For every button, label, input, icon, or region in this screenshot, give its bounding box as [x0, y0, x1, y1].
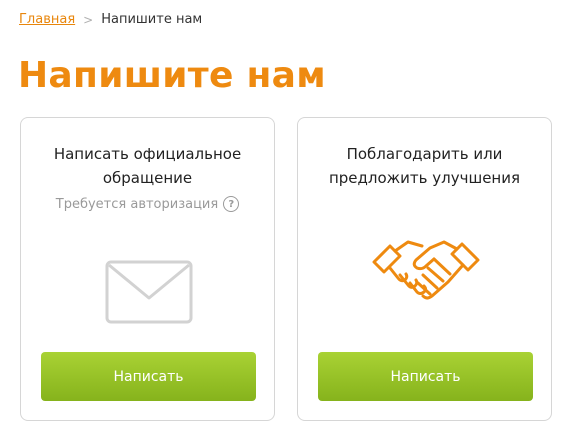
card-title: Поблагодарить или предложить улучшения	[328, 145, 521, 187]
envelope-icon	[105, 260, 193, 324]
breadcrumb-current: Напишите нам	[101, 12, 203, 27]
write-feedback-button[interactable]: Написать	[318, 352, 533, 401]
breadcrumb-separator: >	[83, 12, 94, 27]
help-icon[interactable]: ?	[223, 196, 240, 212]
breadcrumb-home-link[interactable]: Главная	[19, 12, 75, 27]
auth-required-text: Требуется авторизация	[55, 196, 219, 212]
card-title: Написать официальное обращение	[53, 145, 242, 187]
page-title: Напишите нам	[18, 55, 326, 96]
handshake-icon	[372, 240, 480, 300]
breadcrumb: Главная > Напишите нам	[19, 12, 202, 27]
write-appeal-button[interactable]: Написать	[41, 352, 256, 401]
feedback-card: Поблагодарить или предложить улучшения Н…	[297, 117, 552, 421]
official-appeal-card: Написать официальное обращение Требуется…	[20, 117, 275, 421]
auth-required-note: Требуется авторизация ?	[21, 196, 274, 212]
